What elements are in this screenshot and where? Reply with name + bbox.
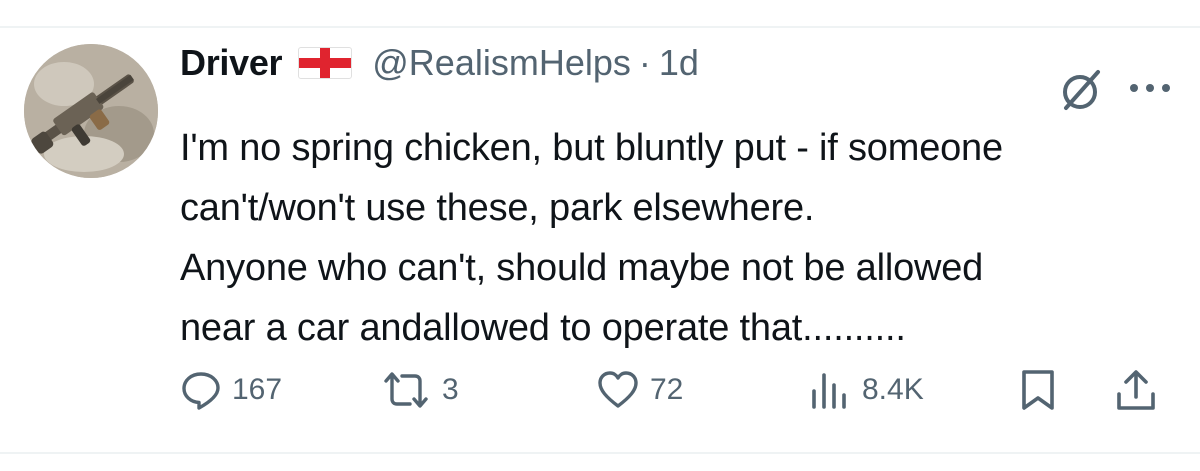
separator-dot: · bbox=[638, 42, 651, 83]
repost-icon bbox=[384, 372, 428, 408]
tweet-header: Driver @RealismHelps · 1d bbox=[180, 36, 699, 90]
heart-icon bbox=[598, 371, 638, 408]
display-name[interactable]: Driver bbox=[180, 42, 283, 84]
tweet-text: I'm no spring chicken, but bluntly put -… bbox=[180, 118, 1180, 358]
views-icon bbox=[812, 373, 846, 409]
tweet-text-line: I'm no spring chicken, but bluntly put -… bbox=[180, 127, 1003, 169]
repost-count: 3 bbox=[442, 373, 459, 406]
bookmark-icon bbox=[1022, 370, 1054, 410]
like-button[interactable]: 72 bbox=[596, 360, 683, 420]
tweet-text-line: near a car andallowed to operate that...… bbox=[180, 307, 906, 349]
share-icon bbox=[1117, 370, 1155, 410]
tweet-text-line: Anyone who can't, should maybe not be al… bbox=[180, 247, 984, 289]
more-icon[interactable] bbox=[1128, 78, 1172, 98]
bottom-divider bbox=[0, 452, 1200, 454]
views-button[interactable]: 8.4K bbox=[808, 360, 924, 420]
bookmark-button[interactable] bbox=[1018, 360, 1058, 420]
avatar[interactable] bbox=[24, 44, 158, 178]
england-flag-icon bbox=[298, 47, 353, 79]
repost-button[interactable]: 3 bbox=[380, 360, 459, 420]
grok-icon[interactable] bbox=[1058, 66, 1106, 114]
action-bar: 167 3 72 8.4K bbox=[0, 360, 1200, 420]
like-count: 72 bbox=[650, 373, 684, 406]
share-button[interactable] bbox=[1114, 360, 1158, 420]
tweet-timestamp[interactable]: 1d bbox=[659, 42, 699, 84]
user-handle[interactable]: @RealismHelps bbox=[372, 42, 631, 84]
tweet-text-line: can't/won't use these, park elsewhere. bbox=[180, 187, 815, 229]
reply-button[interactable]: 167 bbox=[180, 360, 282, 420]
views-count: 8.4K bbox=[862, 373, 924, 406]
reply-icon bbox=[182, 372, 220, 410]
avatar-image bbox=[24, 44, 158, 178]
reply-count: 167 bbox=[232, 373, 283, 406]
